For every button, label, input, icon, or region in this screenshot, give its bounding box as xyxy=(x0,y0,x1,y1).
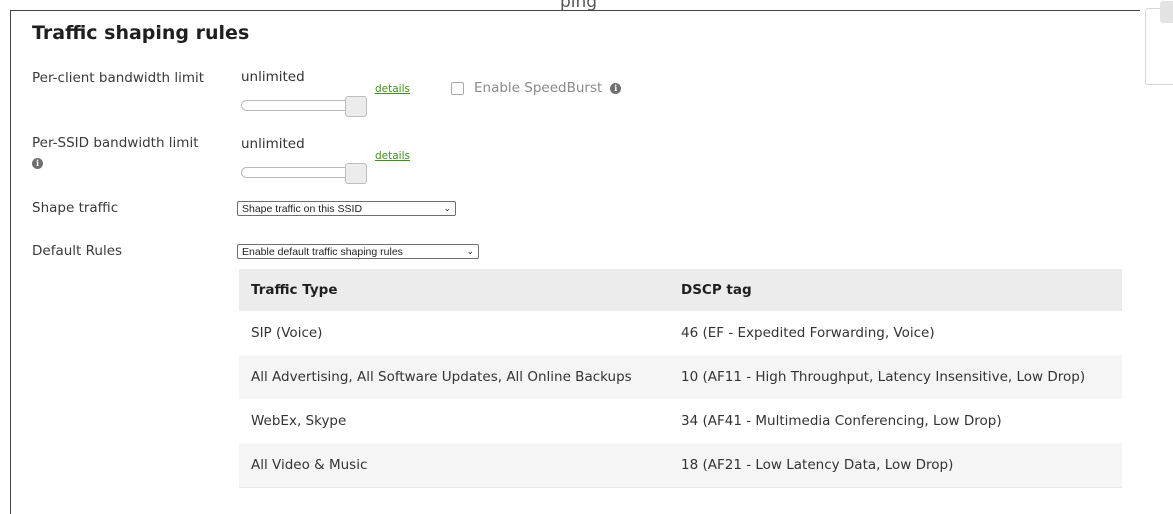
traffic-type-cell: All Advertising, All Software Updates, A… xyxy=(239,355,669,399)
per-ssid-bandwidth-value: unlimited xyxy=(241,136,305,152)
table-row: SIP (Voice) 46 (EF - Expedited Forwardin… xyxy=(239,311,1122,355)
dscp-tag-cell: 18 (AF21 - Low Latency Data, Low Drop) xyxy=(669,443,1122,488)
per-client-details-link[interactable]: details xyxy=(375,83,410,95)
side-widget-knob[interactable] xyxy=(1160,1,1173,23)
default-rules-select[interactable]: Enable default traffic shaping rules ⌄ xyxy=(237,244,479,259)
panel-border-top xyxy=(10,10,1140,11)
slider-thumb[interactable] xyxy=(345,163,367,184)
side-widget[interactable] xyxy=(1145,1,1173,85)
info-icon[interactable]: i xyxy=(32,158,43,169)
table-row: WebEx, Skype 34 (AF41 - Multimedia Confe… xyxy=(239,399,1122,443)
speedburst-label[interactable]: Enable SpeedBurst xyxy=(474,80,602,96)
table-header-row: Traffic Type DSCP tag xyxy=(239,269,1122,311)
dscp-tag-cell: 34 (AF41 - Multimedia Conferencing, Low … xyxy=(681,413,1002,429)
default-rules-selected: Enable default traffic shaping rules xyxy=(242,245,403,258)
per-ssid-bandwidth-label: Per-SSID bandwidth limit i xyxy=(32,134,207,172)
chevron-down-icon: ⌄ xyxy=(443,203,451,214)
speedburst-checkbox[interactable] xyxy=(451,81,464,95)
dscp-tag-cell: 46 (EF - Expedited Forwarding, Voice) xyxy=(681,325,935,341)
traffic-type-cell: All Video & Music xyxy=(239,443,669,488)
table-row: All Advertising, All Software Updates, A… xyxy=(239,355,1122,399)
shape-traffic-select[interactable]: Shape traffic on this SSID ⌄ xyxy=(237,201,456,216)
panel-border-left xyxy=(10,10,11,514)
dscp-tag-cell: 10 (AF11 - High Throughput, Latency Inse… xyxy=(669,355,1122,399)
per-client-bandwidth-label: Per-client bandwidth limit xyxy=(32,70,205,86)
per-client-bandwidth-value: unlimited xyxy=(241,69,305,85)
per-ssid-bandwidth-slider[interactable] xyxy=(241,163,367,184)
traffic-rules-table: Traffic Type DSCP tag SIP (Voice) 46 (EF… xyxy=(239,269,1122,488)
section-title: Traffic shaping rules xyxy=(32,22,250,44)
column-header-traffic-type: Traffic Type xyxy=(239,269,669,311)
traffic-type-cell: WebEx, Skype xyxy=(251,413,347,429)
default-rules-label: Default Rules xyxy=(32,243,123,259)
traffic-type-cell: SIP (Voice) xyxy=(251,325,323,341)
shape-traffic-label: Shape traffic xyxy=(32,200,119,216)
column-header-dscp-tag: DSCP tag xyxy=(669,269,1122,311)
table-row: All Video & Music 18 (AF21 - Low Latency… xyxy=(239,443,1122,488)
slider-thumb[interactable] xyxy=(345,96,367,117)
per-client-bandwidth-slider[interactable] xyxy=(241,96,367,117)
shape-traffic-selected: Shape traffic on this SSID xyxy=(242,202,363,215)
per-ssid-bandwidth-label-text: Per-SSID bandwidth limit xyxy=(32,135,199,151)
speedburst-option[interactable]: Enable SpeedBurst i xyxy=(451,80,622,96)
chevron-down-icon: ⌄ xyxy=(466,246,474,257)
info-icon[interactable]: i xyxy=(610,82,622,94)
per-ssid-details-link[interactable]: details xyxy=(375,150,410,162)
